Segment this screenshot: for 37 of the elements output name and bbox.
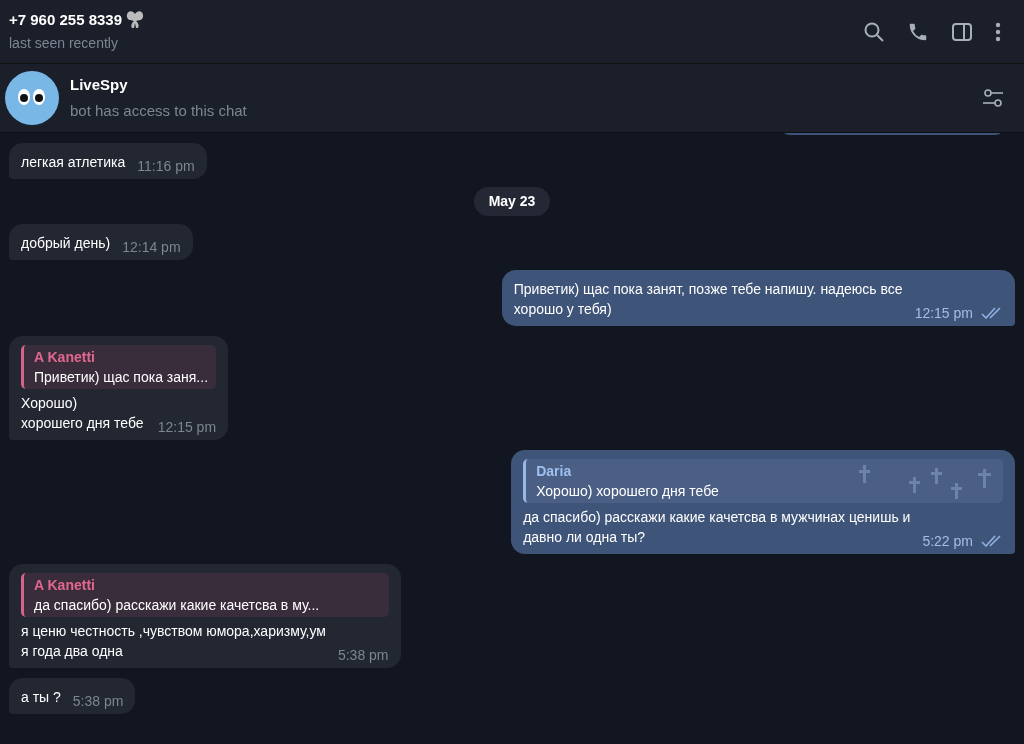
bot-settings-button[interactable] [982,87,1004,109]
last-seen-status: last seen recently [9,34,119,54]
contact-name: +7 960 255 8339 [9,9,123,30]
quoted-text: Хорошо) хорошего дня тебе [536,482,720,501]
panel-icon [951,20,973,43]
message-text: легкая атлетика [21,153,126,172]
reply-quote[interactable]: Daria Хорошо) хорошего дня тебе [523,459,1003,503]
quoted-text: да спасибо) расскажи какие качетсва в му... [34,596,321,615]
date-separator: May 23 [473,187,551,216]
sidebar-toggle-button[interactable] [951,20,973,43]
message-text: я ценю честность ,чувством юмора,харизму,ум я года два одна [21,622,326,661]
more-button[interactable] [995,21,1001,42]
message-text: Хорошо) хорошего дня тебе [21,394,144,433]
bot-access-note: bot has access to this chat [70,101,248,121]
message-text: а ты ? [21,688,61,707]
message-text: Приветик) щас пока занят, позже тебе напишу. надеюсь все хорошо у тебя) [513,280,903,319]
quoted-sender: Daria [536,462,573,481]
message-text: добрый день) [21,234,111,253]
reply-quote[interactable]: A Kanetti Приветик) щас пока заня... [21,345,217,389]
message-time: 12:15 pm [157,418,217,437]
message-text: да спасибо) расскажи какие качетсва в мужчинах ценишь и давно ли одна ты? [523,508,911,547]
bot-avatar-icon [4,70,60,126]
sliders-icon [982,87,1004,109]
message-time: 11:16 pm [137,157,195,176]
quoted-sender: A Kanetti [34,576,96,595]
message-time: 12:15 pm [914,304,973,323]
message-time: 5:22 pm [922,532,973,551]
quoted-text: Приветик) щас пока заня... [34,368,209,387]
message-time: 5:38 pm [72,692,124,711]
quoted-sender: A Kanetti [34,348,96,367]
message-time: 5:38 pm [337,646,389,665]
message-time: 12:14 pm [122,238,181,257]
more-icon [995,21,1001,42]
search-button[interactable] [863,20,885,43]
search-icon [863,20,885,43]
bot-name: LiveSpy [70,74,129,95]
reply-quote[interactable]: A Kanetti да спасибо) расскажи какие качетсва в му... [21,573,389,617]
